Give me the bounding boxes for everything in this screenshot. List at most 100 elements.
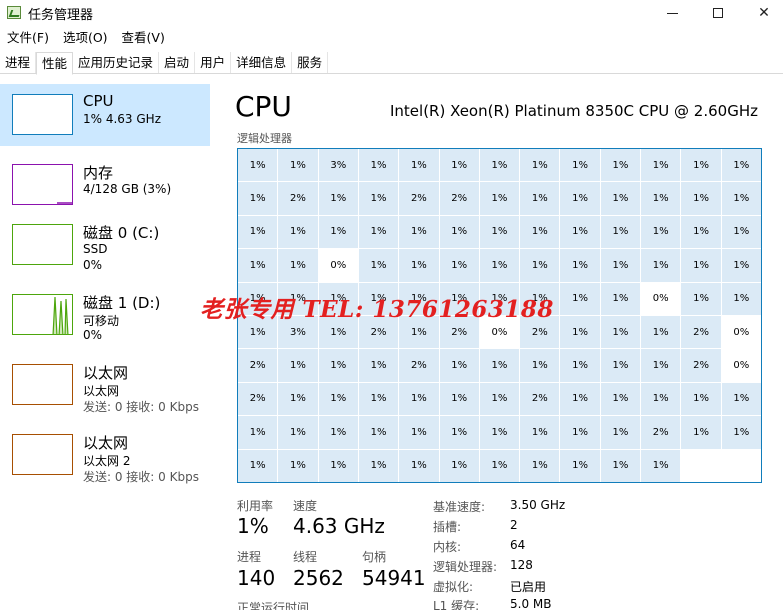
ethernet-2-thumbnail-graph: [12, 434, 73, 475]
sidebar-item-name: 磁盘 0 (C:): [83, 224, 160, 242]
performance-sidebar: CPU 1% 4.63 GHz 内存 4/128 GB (3%) 磁盘 0 (C…: [0, 84, 210, 610]
logical-processor-cell: 1%: [358, 449, 399, 482]
logical-processor-cell: 1%: [358, 382, 399, 416]
logical-processor-cell: 1%: [560, 416, 600, 449]
sidebar-item-ethernet-1[interactable]: 以太网 以太网 发送: 0 接收: 0 Kbps: [0, 354, 210, 416]
tab-performance[interactable]: 性能: [36, 52, 74, 75]
tab-services[interactable]: 服务: [292, 52, 329, 73]
logical-processor-cell: 1%: [600, 149, 641, 182]
logical-processor-cell: 1%: [681, 215, 721, 249]
sidebar-item-disk-1[interactable]: 磁盘 1 (D:) 可移动 0%: [0, 284, 210, 346]
logical-processor-cell: [721, 449, 761, 482]
logical-processor-cell: 1%: [681, 249, 721, 282]
virtualization-value: 已启用: [510, 580, 547, 594]
logical-processor-cell: 2%: [238, 382, 278, 416]
sidebar-item-cpu[interactable]: CPU 1% 4.63 GHz: [0, 84, 210, 146]
logical-processor-cell: 2%: [681, 316, 721, 349]
memory-graph-line: [57, 202, 72, 204]
logical-processor-cell: 2%: [641, 416, 681, 449]
logical-processors-count-value: 128: [510, 558, 533, 572]
disk-1-graph-spikes: [52, 296, 69, 334]
l1-cache-value: 5.0 MB: [510, 597, 552, 610]
logical-processor-cell: 1%: [238, 416, 278, 449]
minimize-button[interactable]: [649, 0, 695, 26]
logical-processor-cell: 1%: [399, 249, 439, 282]
cores-value: 64: [510, 538, 526, 552]
processes-value: 140: [237, 566, 276, 590]
cpu-thumbnail-graph: [12, 94, 73, 135]
sidebar-item-type: 可移动: [83, 314, 120, 328]
logical-processor-cell: 1%: [399, 449, 439, 482]
virtualization-label: 虚拟化:: [433, 580, 474, 594]
logical-processor-cell: 1%: [721, 215, 761, 249]
disk-1-thumbnail-graph: [12, 294, 73, 335]
logical-processor-cell: 1%: [560, 449, 600, 482]
logical-processor-cell: 1%: [238, 149, 278, 182]
logical-processor-cell: 1%: [600, 449, 641, 482]
logical-processor-cell: 1%: [479, 349, 520, 382]
logical-processor-cell: 1%: [600, 182, 641, 215]
sidebar-item-name: 以太网: [83, 434, 129, 452]
logical-processor-cell: 1%: [479, 215, 520, 249]
logical-processor-cell: 1%: [278, 416, 318, 449]
maximize-button[interactable]: [695, 0, 741, 26]
logical-processor-cell: 1%: [399, 416, 439, 449]
logical-processor-cell: 1%: [721, 182, 761, 215]
logical-processor-cell: 1%: [721, 149, 761, 182]
tab-users[interactable]: 用户: [195, 52, 232, 73]
utilization-label: 利用率: [237, 499, 274, 513]
logical-processor-cell: 1%: [358, 215, 399, 249]
logical-processor-cell: 1%: [600, 316, 641, 349]
logical-processor-cell: 1%: [560, 215, 600, 249]
logical-processor-cell: 1%: [318, 215, 358, 249]
handles-label: 句柄: [362, 550, 387, 564]
logical-processor-cell: 1%: [439, 215, 479, 249]
task-manager-icon: [7, 6, 21, 19]
tab-strip: 进程 性能 应用历史记录 启动 用户 详细信息 服务: [0, 52, 783, 75]
logical-processor-cell: 1%: [600, 382, 641, 416]
sidebar-item-throughput: 发送: 0 接收: 0 Kbps: [83, 470, 199, 484]
sidebar-item-disk-0[interactable]: 磁盘 0 (C:) SSD 0%: [0, 214, 210, 276]
logical-processor-cell: 1%: [721, 416, 761, 449]
menu-view[interactable]: 查看(V): [115, 28, 172, 48]
logical-processor-cell: 1%: [641, 349, 681, 382]
threads-value: 2562: [293, 566, 344, 590]
logical-processor-cell: 1%: [358, 149, 399, 182]
logical-processor-cell: 1%: [641, 215, 681, 249]
menu-options[interactable]: 选项(O): [56, 28, 115, 48]
logical-processor-cell: 0%: [641, 282, 681, 315]
maximize-icon: [713, 8, 723, 18]
logical-processor-cell: 1%: [318, 449, 358, 482]
logical-processor-cell: 1%: [681, 282, 721, 315]
logical-processor-cell: 1%: [318, 349, 358, 382]
logical-processors-count-label: 逻辑处理器:: [433, 560, 498, 574]
sidebar-item-ethernet-2[interactable]: 以太网 以太网 2 发送: 0 接收: 0 Kbps: [0, 424, 210, 486]
logical-processor-cell: 1%: [399, 215, 439, 249]
logical-processor-cell: 1%: [399, 382, 439, 416]
tab-processes[interactable]: 进程: [0, 52, 37, 73]
processes-label: 进程: [237, 550, 262, 564]
logical-processor-cell: 2%: [439, 182, 479, 215]
tab-app-history[interactable]: 应用历史记录: [73, 52, 160, 73]
tab-details[interactable]: 详细信息: [231, 52, 293, 73]
logical-processor-cell: 1%: [681, 382, 721, 416]
logical-processor-cell: 1%: [358, 416, 399, 449]
logical-processor-cell: 0%: [721, 316, 761, 349]
speed-value: 4.63 GHz: [293, 514, 385, 538]
logical-processor-cell: 1%: [238, 449, 278, 482]
logical-processor-cell: 1%: [238, 249, 278, 282]
logical-processor-cell: 1%: [560, 249, 600, 282]
page-title: CPU: [235, 90, 292, 123]
logical-processor-cell: 2%: [238, 349, 278, 382]
logical-processor-cell: 1%: [439, 416, 479, 449]
base-speed-value: 3.50 GHz: [510, 498, 566, 512]
sidebar-item-memory[interactable]: 内存 4/128 GB (3%): [0, 154, 210, 216]
menu-file[interactable]: 文件(F): [0, 28, 56, 48]
logical-processor-cell: 1%: [439, 249, 479, 282]
logical-processor-cell: 1%: [600, 349, 641, 382]
logical-processor-cell: 1%: [641, 249, 681, 282]
tab-startup[interactable]: 启动: [159, 52, 196, 73]
speed-label: 速度: [293, 499, 318, 513]
sidebar-item-usage: 0%: [83, 258, 103, 272]
close-button[interactable]: ✕: [741, 0, 783, 26]
